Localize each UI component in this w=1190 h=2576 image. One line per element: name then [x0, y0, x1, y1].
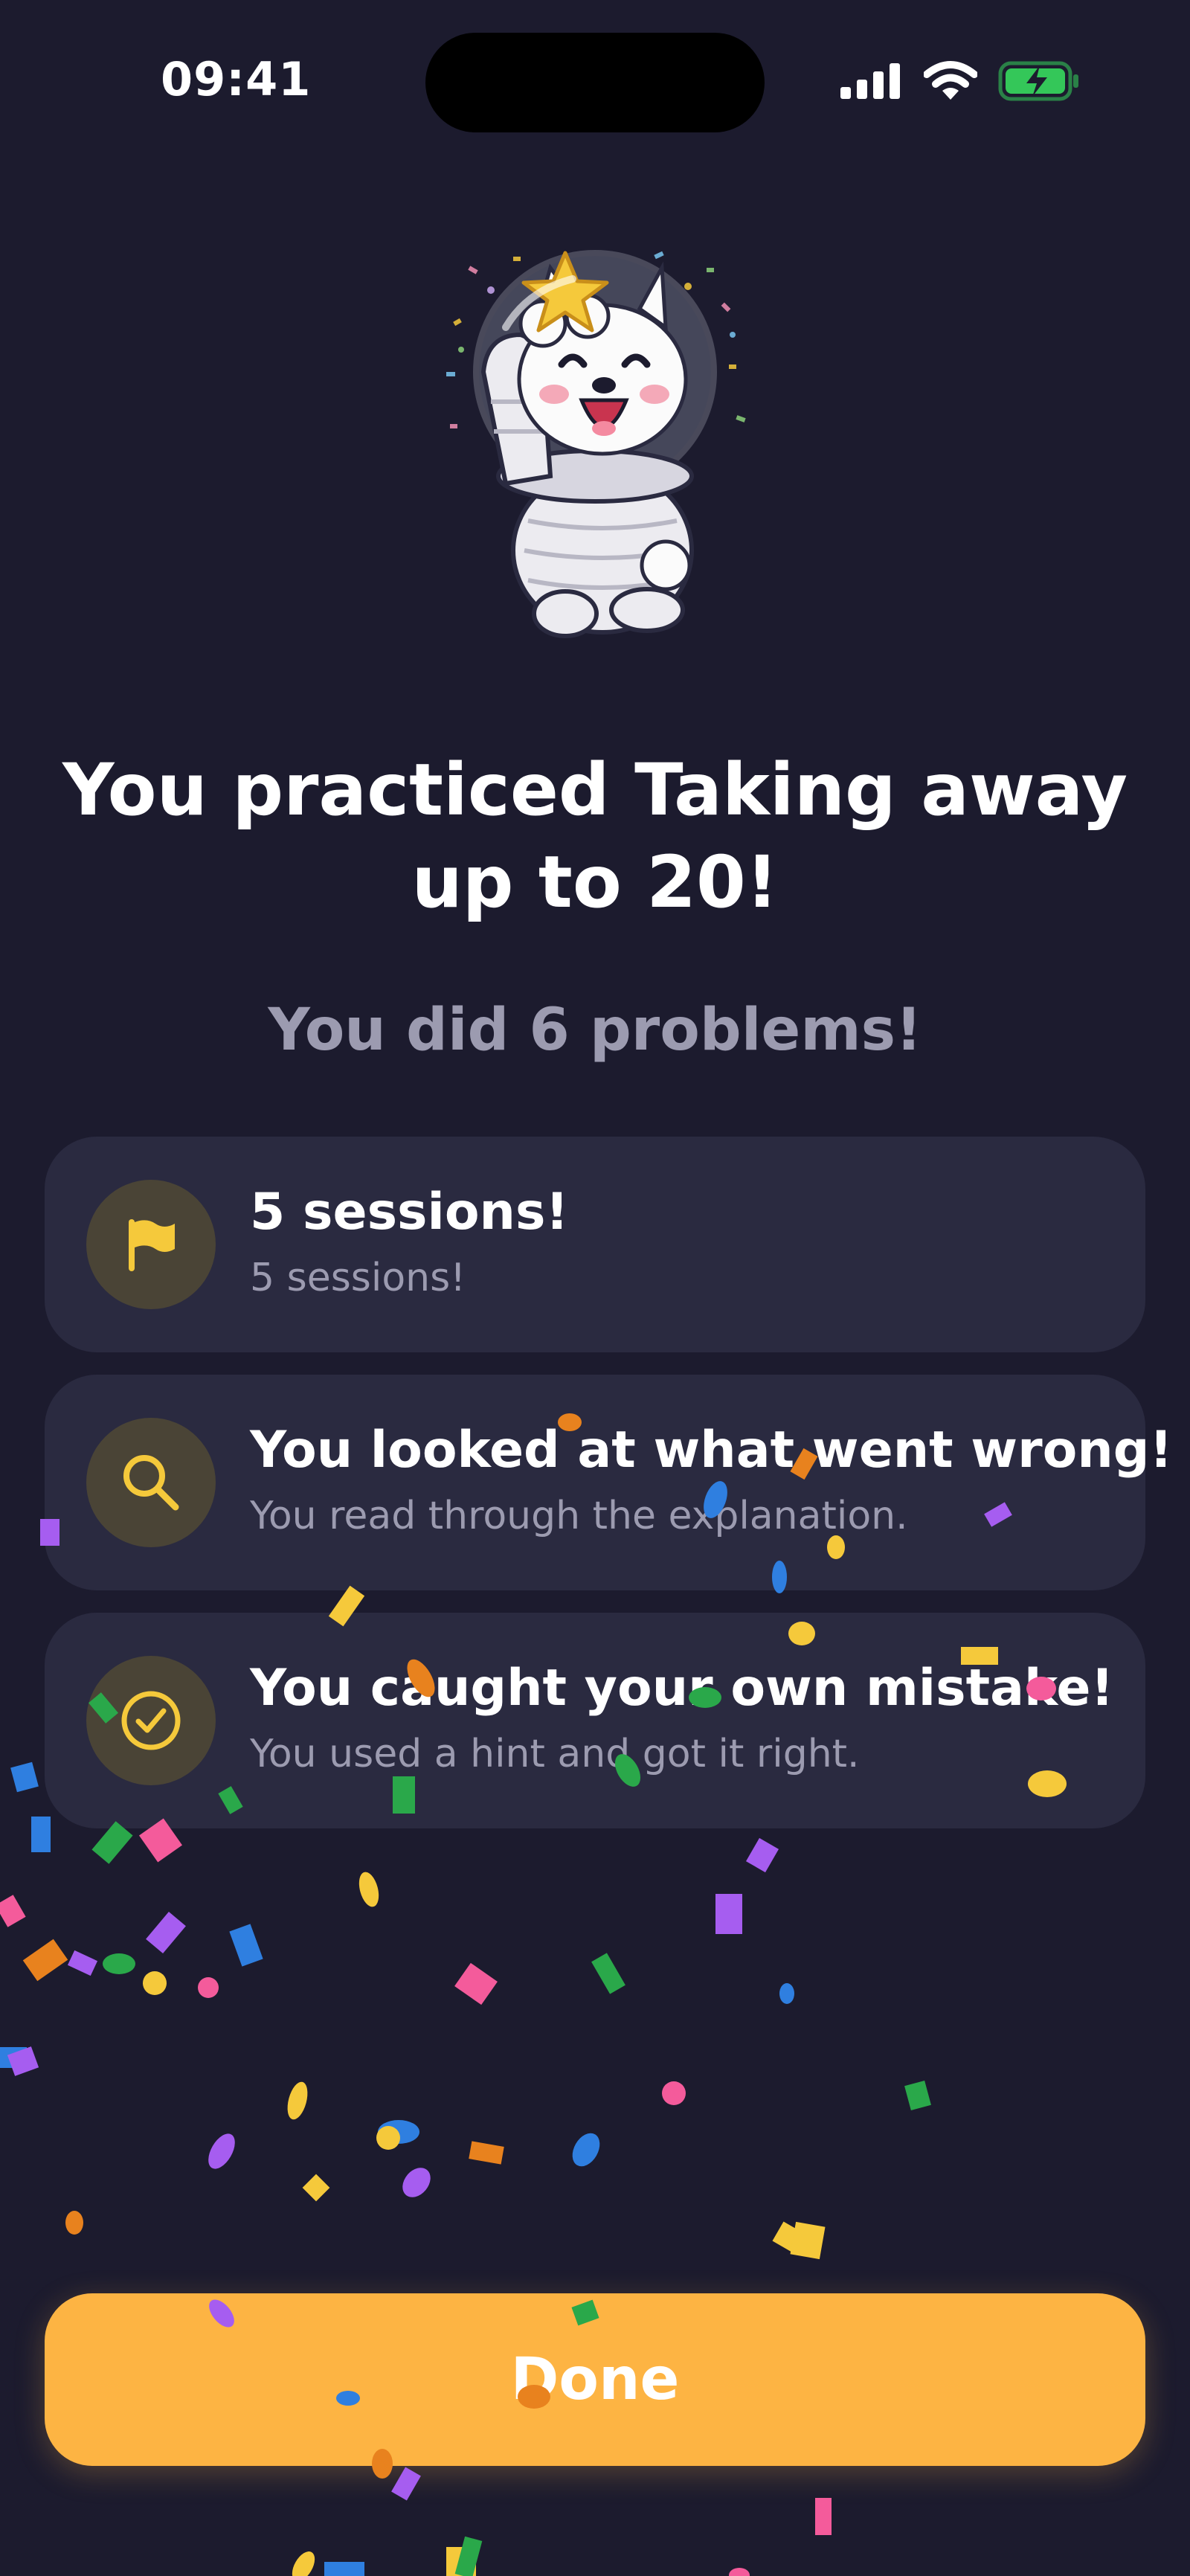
done-button[interactable]: Done [45, 2293, 1145, 2466]
dynamic-island [425, 33, 765, 132]
problem-count-subtitle: You did 6 problems! [268, 997, 922, 1064]
signal-icon [840, 63, 900, 99]
achievement-icon-badge [86, 1180, 216, 1309]
achievement-card-caught-mistake: You caught your own mistake! You used a … [45, 1613, 1145, 1828]
hero-illustration [416, 238, 774, 640]
achievement-title: You caught your own mistake! [250, 1659, 1114, 1718]
page-title: You practiced Taking away up to 20! [62, 748, 1128, 924]
wifi-icon [924, 61, 977, 100]
status-icons [840, 61, 1080, 101]
status-bar: 09:41 [0, 0, 1190, 149]
achievement-card-reviewed-mistake: You looked at what went wrong! You read … [45, 1375, 1172, 1590]
achievement-subtitle: 5 sessions! [250, 1256, 466, 1300]
achievement-icon-badge [86, 1656, 216, 1785]
status-time: 09:41 [161, 52, 312, 106]
flag-icon [129, 1219, 175, 1271]
battery-charging-icon [998, 61, 1078, 101]
astronaut-dog-illustration [446, 250, 746, 638]
achievement-subtitle: You used a hint and got it right. [250, 1732, 860, 1776]
achievement-title: You looked at what went wrong! [250, 1421, 1173, 1480]
achievement-title: 5 sessions! [250, 1183, 569, 1242]
achievement-subtitle: You read through the explanation. [250, 1494, 908, 1538]
check-circle-icon [121, 1691, 181, 1750]
magnifier-icon [123, 1455, 179, 1511]
achievement-card-sessions: 5 sessions! 5 sessions! [45, 1137, 1145, 1352]
achievement-icon-badge [86, 1418, 216, 1547]
